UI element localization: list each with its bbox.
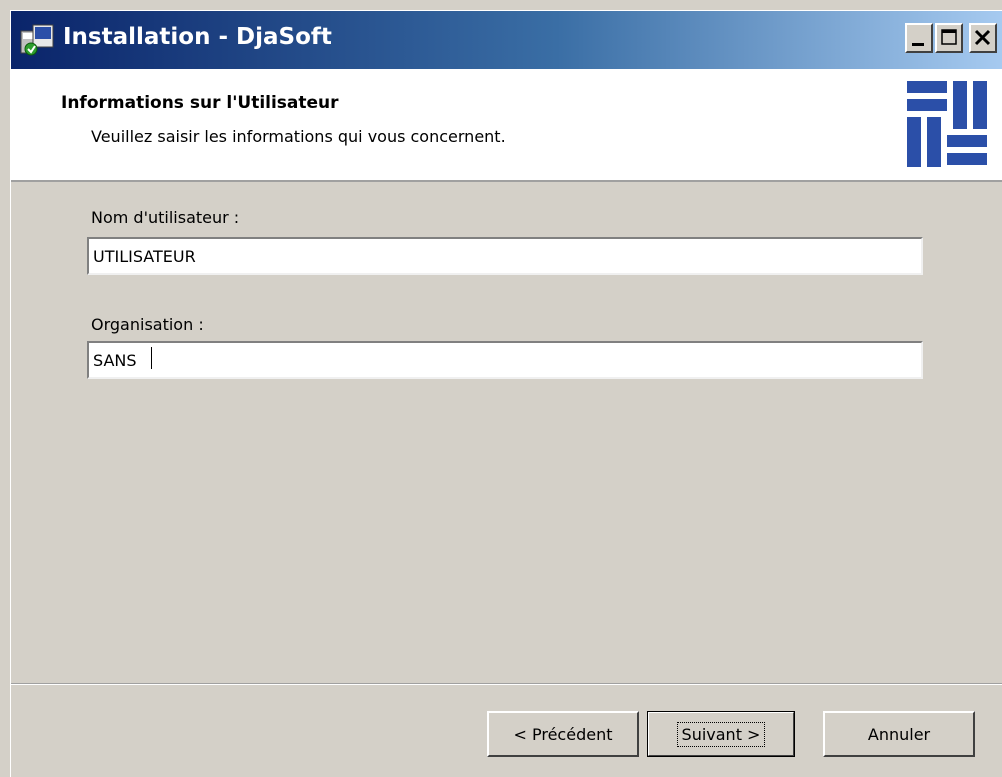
close-button[interactable] <box>969 23 997 53</box>
next-button-label: Suivant > <box>676 721 766 747</box>
text-caret <box>151 347 152 369</box>
page-subtitle: Veuillez saisir les informations qui vou… <box>91 127 506 146</box>
title-bar[interactable]: Installation - DjaSoft <box>11 11 1002 69</box>
cancel-button[interactable]: Annuler <box>823 711 975 757</box>
setup-app-icon <box>20 24 54 56</box>
minimize-button[interactable] <box>905 23 933 53</box>
footer-separator <box>11 683 1002 685</box>
minimize-icon <box>912 43 924 46</box>
username-input[interactable] <box>87 237 923 275</box>
username-label: Nom d'utilisateur : <box>91 208 240 227</box>
page-title: Informations sur l'Utilisateur <box>61 93 339 113</box>
close-icon <box>974 29 991 46</box>
organisation-input[interactable] <box>87 341 923 379</box>
cancel-button-label: Annuler <box>867 724 931 744</box>
previous-button-label: < Précédent <box>513 724 613 744</box>
organisation-label: Organisation : <box>91 315 204 334</box>
previous-button[interactable]: < Précédent <box>487 711 639 757</box>
installer-window: Installation - DjaSoft Informations sur … <box>10 10 1002 777</box>
window-title: Installation - DjaSoft <box>63 24 332 50</box>
maximize-icon <box>941 29 957 45</box>
installer-logo-icon <box>907 81 987 167</box>
maximize-button[interactable] <box>935 23 963 53</box>
next-button[interactable]: Suivant > <box>647 711 795 757</box>
wizard-header: Informations sur l'Utilisateur Veuillez … <box>11 69 1002 182</box>
